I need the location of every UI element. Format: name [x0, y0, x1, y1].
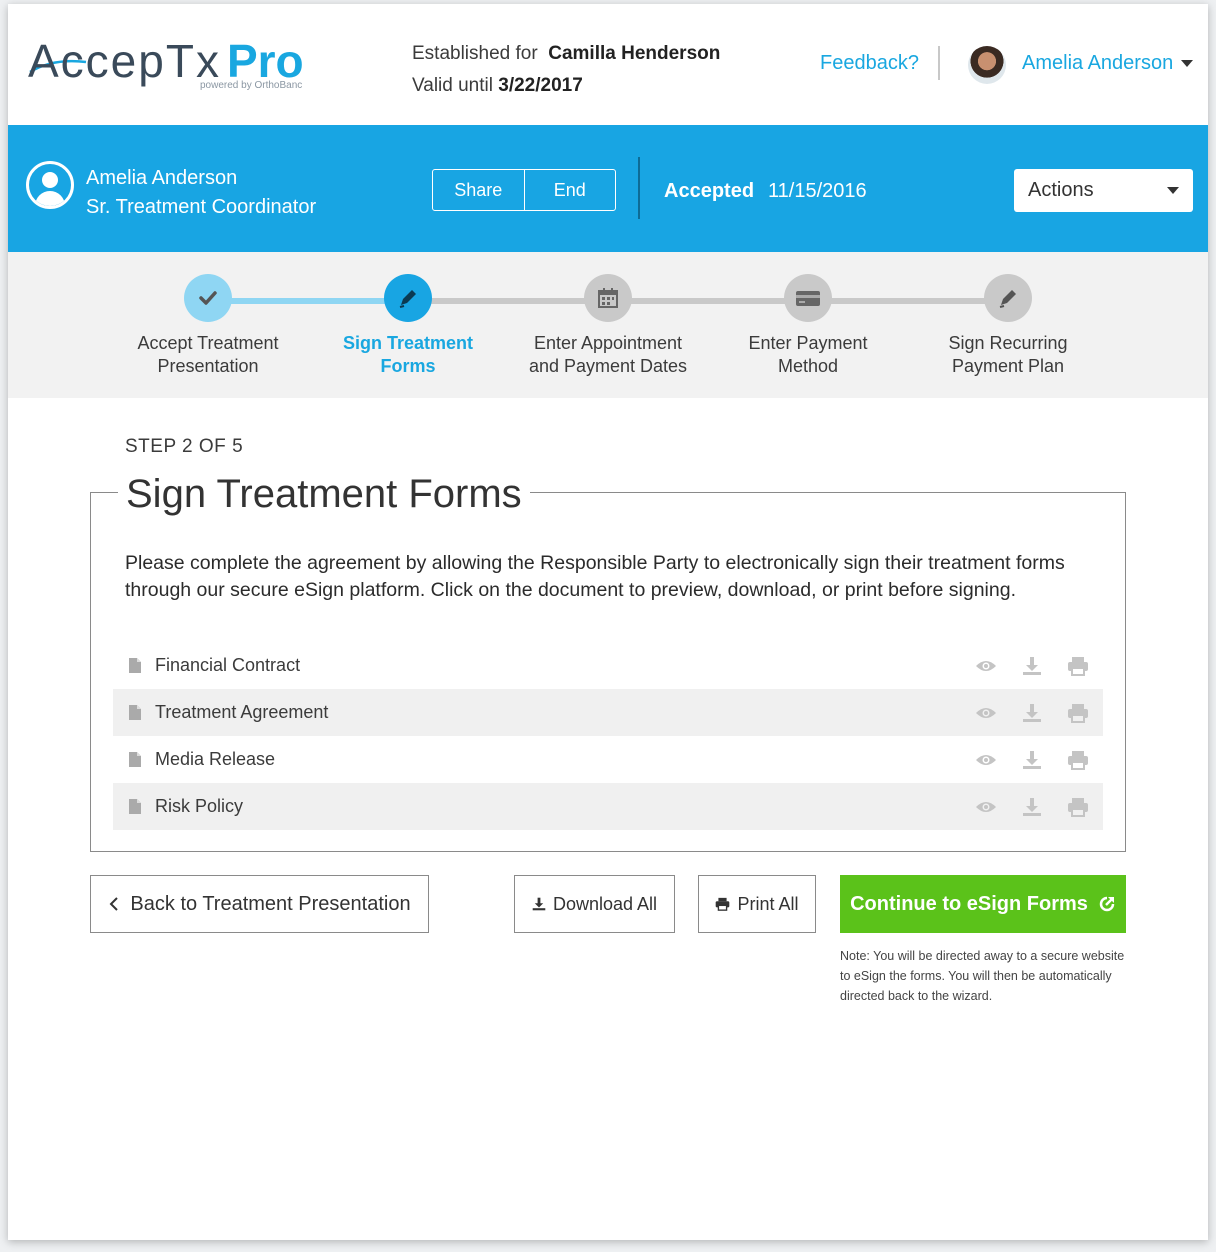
file-icon: [129, 658, 141, 673]
document-name: Media Release: [155, 749, 276, 769]
calendar-icon: [584, 274, 632, 322]
eye-icon[interactable]: [975, 749, 997, 771]
acceptance-status: Accepted 11/15/2016: [664, 180, 867, 203]
print-icon[interactable]: [1067, 796, 1089, 818]
print-icon[interactable]: [1067, 655, 1089, 677]
document-list: Financial Contract Treatment Agreement M…: [113, 642, 1103, 830]
chevron-down-icon: [1167, 187, 1179, 194]
status-date: 11/15/2016: [768, 180, 867, 202]
end-button[interactable]: End: [523, 170, 616, 210]
back-button-label: Back to Treatment Presentation: [130, 892, 411, 915]
print-all-label: Print All: [737, 893, 799, 914]
document-name: Financial Contract: [155, 655, 301, 675]
step-recurring-plan[interactable]: Sign Recurring Payment Plan: [908, 274, 1108, 378]
session-button-group: Share End: [432, 169, 616, 211]
app-window: AccepTx Pro powered by OrthoBanc Establis…: [8, 4, 1208, 1240]
download-icon: [532, 897, 546, 911]
download-icon[interactable]: [1021, 796, 1043, 818]
step-appointment-dates[interactable]: Enter Appointment and Payment Dates: [508, 274, 708, 378]
continue-esign-button[interactable]: Continue to eSign Forms: [840, 875, 1126, 933]
esign-note: Note: You will be directed away to a sec…: [840, 949, 1125, 1003]
step-counter: STEP 2 OF 5: [125, 436, 244, 457]
actions-label: Actions: [1028, 179, 1094, 201]
step-payment-method[interactable]: Enter Payment Method: [708, 274, 908, 378]
step-label: Enter Payment Method: [748, 333, 868, 376]
plan-info: Established for Camilla Henderson Valid …: [412, 38, 720, 102]
print-icon[interactable]: [1067, 749, 1089, 771]
bar-divider: [638, 157, 640, 219]
file-icon: [129, 705, 141, 720]
chevron-down-icon: [1181, 60, 1194, 68]
external-link-icon: [1099, 896, 1115, 912]
logo: AccepTx Pro powered by OrthoBanc: [28, 34, 328, 94]
document-row[interactable]: Treatment Agreement: [113, 689, 1103, 736]
document-row[interactable]: Risk Policy: [113, 783, 1103, 830]
step-label: Sign Recurring Payment Plan: [948, 333, 1068, 376]
progress-stepper: Accept Treatment Presentation Sign Treatm…: [8, 252, 1208, 398]
download-all-label: Download All: [552, 893, 658, 914]
document-row[interactable]: Media Release: [113, 736, 1103, 783]
file-icon: [129, 752, 141, 767]
coordinator-role: Sr. Treatment Coordinator: [86, 196, 317, 218]
document-name: Risk Policy: [155, 796, 244, 816]
patient-name: Camilla Henderson: [548, 43, 721, 64]
step-label: Enter Appointment and Payment Dates: [528, 333, 688, 376]
coordinator-name: Amelia Anderson: [86, 167, 238, 189]
eye-icon[interactable]: [975, 702, 997, 724]
user-menu[interactable]: Amelia Anderson: [1022, 52, 1194, 75]
pen-icon: [984, 274, 1032, 322]
download-icon[interactable]: [1021, 749, 1043, 771]
eye-icon[interactable]: [975, 796, 997, 818]
print-all-button[interactable]: Print All: [698, 875, 816, 933]
user-icon: [26, 161, 74, 209]
avatar[interactable]: [968, 46, 1006, 84]
continue-label: Continue to eSign Forms: [850, 892, 1088, 915]
eye-icon[interactable]: [975, 655, 997, 677]
step-label: Accept Treatment Presentation: [137, 333, 279, 376]
credit-card-icon: [784, 274, 832, 322]
check-icon: [184, 274, 232, 322]
valid-date: 3/22/2017: [498, 75, 583, 96]
header-divider: [938, 46, 940, 80]
document-name: Treatment Agreement: [155, 702, 329, 722]
logo-subtitle: powered by OrthoBanc: [200, 80, 303, 91]
back-button[interactable]: Back to Treatment Presentation: [90, 875, 429, 933]
chevron-left-icon: [110, 897, 119, 911]
established-label: Established for: [412, 43, 538, 64]
step-sign-forms[interactable]: Sign Treatment Forms: [308, 274, 508, 378]
status-label: Accepted: [664, 180, 755, 202]
coordinator-bar: Amelia Anderson Sr. Treatment Coordinato…: [8, 125, 1208, 252]
step-accept-treatment[interactable]: Accept Treatment Presentation: [108, 274, 308, 378]
download-all-button[interactable]: Download All: [514, 875, 675, 933]
page-title: Sign Treatment Forms: [118, 472, 530, 517]
valid-label: Valid until: [412, 75, 493, 96]
top-header: AccepTx Pro powered by OrthoBanc Establis…: [8, 4, 1208, 125]
feedback-link[interactable]: Feedback?: [820, 52, 919, 75]
document-row[interactable]: Financial Contract: [113, 642, 1103, 689]
share-button[interactable]: Share: [433, 170, 524, 210]
download-icon[interactable]: [1021, 702, 1043, 724]
print-icon: [716, 897, 730, 911]
user-menu-name: Amelia Anderson: [1022, 52, 1174, 74]
pen-icon: [384, 274, 432, 322]
instructions-text: Please complete the agreement by allowin…: [125, 552, 1065, 601]
download-icon[interactable]: [1021, 655, 1043, 677]
actions-dropdown[interactable]: Actions: [1014, 169, 1193, 212]
step-label: Sign Treatment Forms: [342, 333, 474, 376]
file-icon: [129, 799, 141, 814]
print-icon[interactable]: [1067, 702, 1089, 724]
